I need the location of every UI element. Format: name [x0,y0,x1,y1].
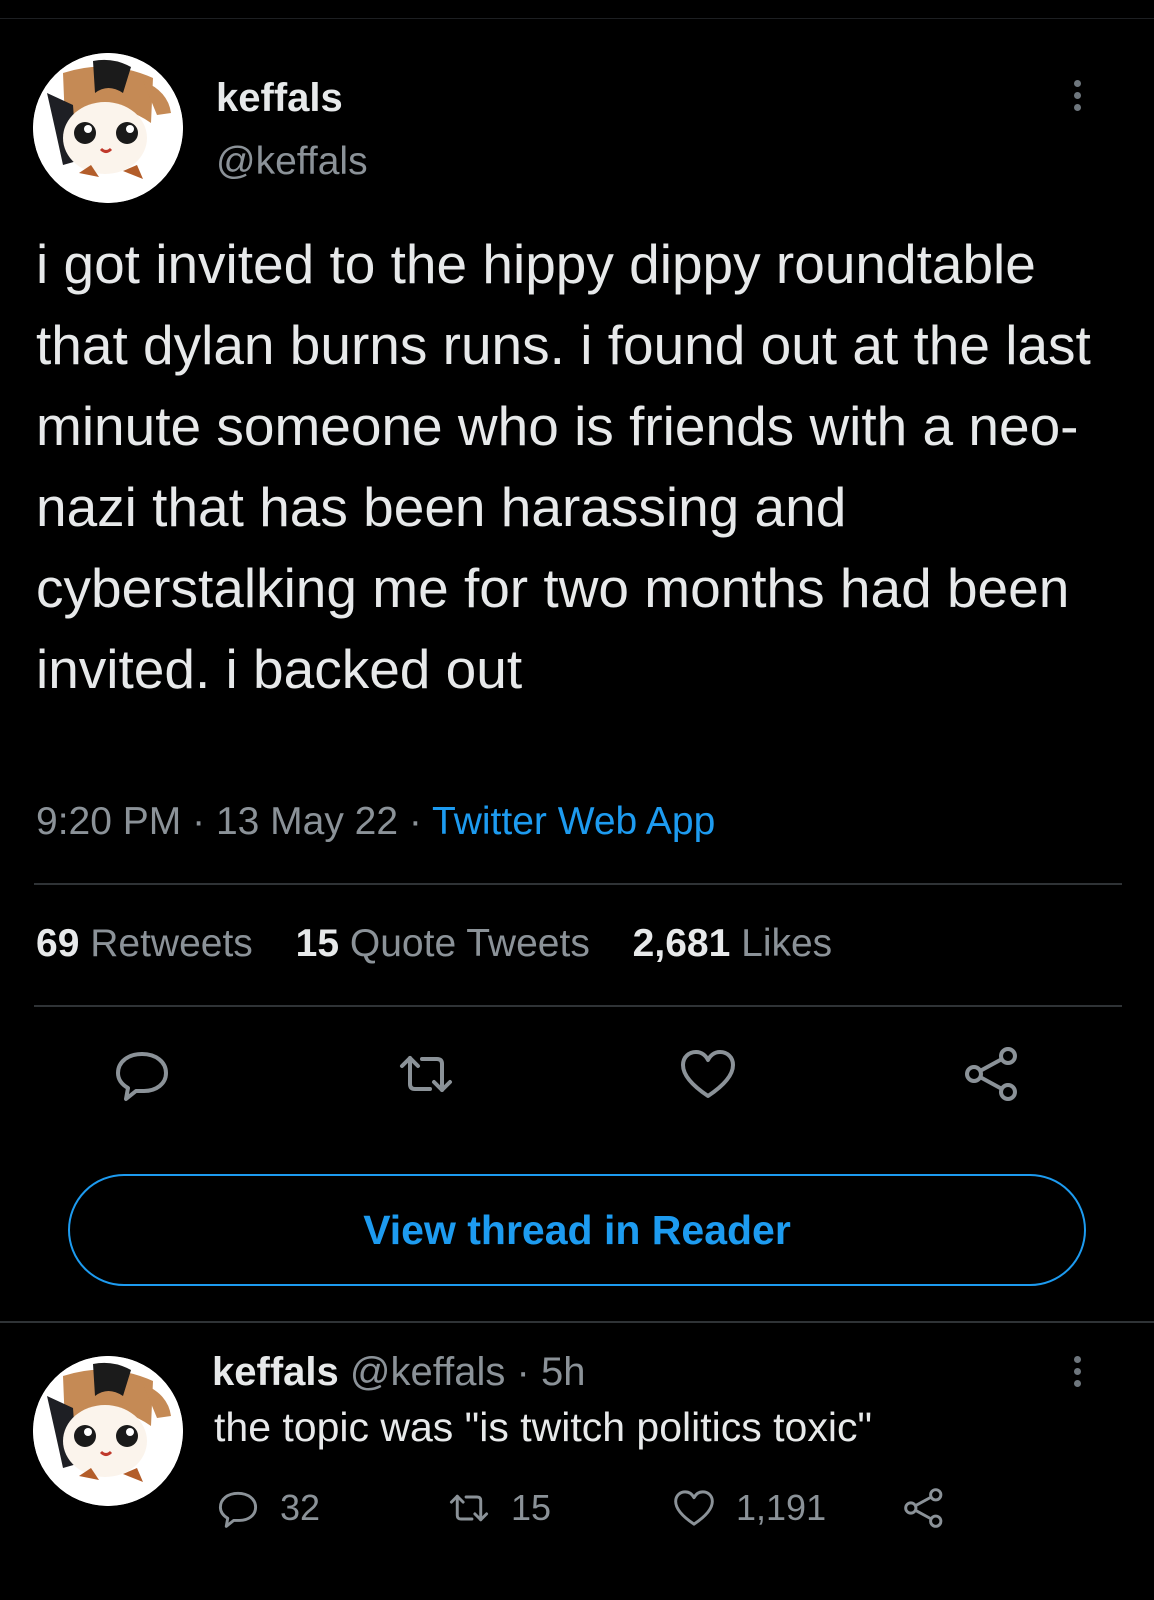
retweets-label: Retweets [90,922,253,965]
author-handle[interactable]: @keffals [216,140,368,184]
tweet-stats: 69 Retweets 15 Quote Tweets 2,681 Likes [36,922,864,966]
reply-age[interactable]: 5h [541,1350,586,1394]
likes-label: Likes [741,922,833,965]
reply-share-action[interactable] [902,1486,966,1530]
reply-icon[interactable] [112,1044,172,1104]
divider [0,1321,1154,1323]
reply-author-handle[interactable]: @keffals [350,1350,506,1394]
quotes-count: 15 [295,922,340,965]
reply-retweet-action[interactable]: 15 [447,1486,551,1530]
tweet-time[interactable]: 9:20 PM [36,800,181,843]
top-divider [0,18,1154,19]
share-icon [904,1488,943,1528]
reply-more-options-icon[interactable] [1071,1356,1083,1392]
share-icon[interactable] [962,1044,1022,1104]
meta-separator: · [192,800,206,843]
reply-reply-action[interactable]: 32 [216,1486,320,1530]
retweets-count: 69 [36,922,80,965]
more-options-icon[interactable] [1071,80,1083,116]
retweet-count: 15 [511,1487,552,1528]
divider [34,883,1122,885]
view-thread-in-reader-button[interactable]: View thread in Reader [68,1174,1086,1286]
reply-text: the topic was "is twitch politics toxic" [214,1404,873,1450]
tweet-text: i got invited to the hippy dippy roundta… [36,233,1091,700]
reply-separator: · [516,1350,530,1394]
avatar-illustration [33,53,183,203]
retweet-icon [449,1494,489,1522]
tweet-meta: 9:20 PM · 13 May 22 · Twitter Web App [36,800,715,844]
avatar-illustration [33,1356,183,1506]
author-name[interactable]: keffals [216,76,343,121]
reply-header: keffals @keffals · 5h [212,1350,585,1395]
meta-separator: · [408,800,422,843]
quotes-label: Quote Tweets [349,922,590,965]
likes-count: 2,681 [632,922,731,965]
like-icon [674,1490,714,1526]
reply-like-action[interactable]: 1,191 [672,1486,826,1530]
like-icon[interactable] [678,1044,738,1104]
reply-icon [218,1491,258,1528]
tweet-source-link[interactable]: Twitter Web App [432,800,715,843]
reply-avatar[interactable] [33,1356,183,1506]
retweets-stat[interactable]: 69 Retweets [36,922,253,965]
likes-stat[interactable]: 2,681 Likes [633,922,833,965]
retweet-icon[interactable] [396,1044,456,1104]
tweet-date[interactable]: 13 May 22 [216,800,398,843]
quote-tweets-stat[interactable]: 15 Quote Tweets [296,922,590,965]
avatar[interactable] [33,53,183,203]
reply-count: 32 [280,1487,321,1528]
reply-author-name[interactable]: keffals [212,1350,339,1394]
divider [34,1005,1122,1007]
like-count: 1,191 [736,1487,827,1528]
